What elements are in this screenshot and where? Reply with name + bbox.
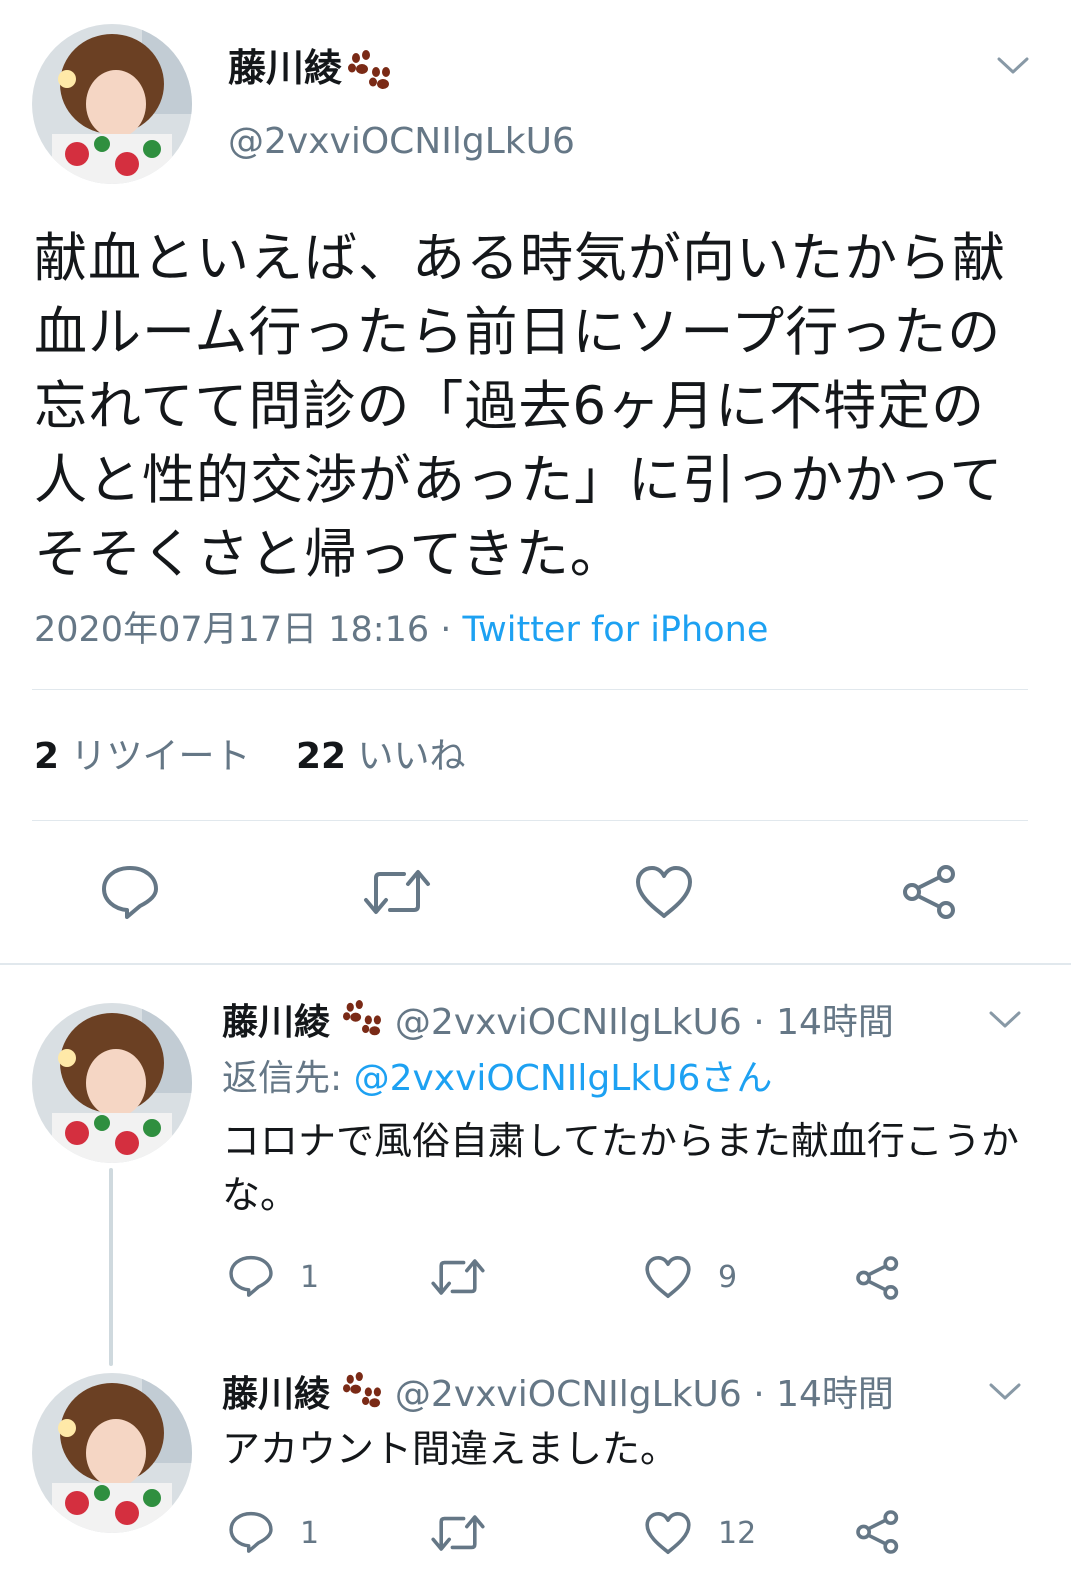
reply-handle[interactable]: @2vxviOCNIlgLkU6	[395, 1374, 742, 1415]
source-link[interactable]: Twitter for iPhone	[463, 610, 769, 650]
reply-count: 1	[300, 1260, 320, 1295]
tweet-meta: 2020年07月17日 18:16 · Twitter for iPhone	[34, 608, 768, 652]
like-count: 12	[718, 1516, 757, 1551]
reply-text: アカウント間違えました。	[222, 1427, 679, 1471]
reply-display-name[interactable]: 藤川綾	[222, 1374, 330, 1415]
retweet-icon[interactable]	[362, 866, 432, 918]
reply-to-line: 返信先: @2vxviOCNIlgLkU6さん	[222, 1056, 772, 1102]
avatar[interactable]	[32, 24, 192, 184]
share-icon[interactable]	[854, 1254, 902, 1302]
tweet-text: 献血といえば、ある時気が向いたから献血ルーム行ったら前日にソープ行ったの忘れてて…	[34, 228, 1006, 585]
reply-to-handle[interactable]: @2vxviOCNIlgLkU6さん	[354, 1058, 773, 1099]
like-count: 9	[718, 1260, 738, 1295]
reply-icon[interactable]	[100, 864, 160, 920]
paw-icon	[341, 1372, 383, 1410]
chevron-down-icon[interactable]	[988, 1382, 1022, 1402]
like-label: いいね	[357, 736, 466, 777]
thread-line	[109, 1168, 113, 1366]
reply-icon[interactable]	[228, 1254, 274, 1298]
reply-handle[interactable]: @2vxviOCNIlgLkU6	[395, 1002, 742, 1043]
retweet-icon[interactable]	[430, 1256, 486, 1298]
paw-icon	[341, 1000, 383, 1038]
share-icon[interactable]	[854, 1508, 902, 1556]
timestamp: 2020年07月17日 18:16	[34, 610, 430, 650]
like-stat[interactable]: 22 いいね	[296, 736, 466, 777]
meta-separator: ·	[429, 610, 463, 650]
engagement-stats: 2 リツイート 22 いいね	[34, 734, 466, 780]
dot-separator: ·	[741, 1374, 777, 1415]
reply-to-prefix: 返信先:	[222, 1058, 354, 1099]
divider	[32, 689, 1028, 690]
heart-icon[interactable]	[644, 1510, 692, 1556]
reply-text: コロナで風俗自粛してたからまた献血行こうかな。	[222, 1119, 1019, 1217]
reply-time[interactable]: 14時間	[776, 1374, 894, 1415]
reply-count: 1	[300, 1516, 320, 1551]
retweet-icon[interactable]	[430, 1512, 486, 1554]
retweet-count: 2	[34, 736, 60, 777]
reply-avatar[interactable]	[32, 1003, 192, 1163]
share-icon[interactable]	[900, 862, 960, 922]
reply-time[interactable]: 14時間	[776, 1002, 894, 1043]
like-count: 22	[295, 736, 347, 777]
reply-icon[interactable]	[228, 1510, 274, 1554]
user-handle[interactable]: @2vxviOCNIlgLkU6	[228, 120, 575, 164]
heart-icon[interactable]	[634, 864, 694, 920]
chevron-down-icon[interactable]	[988, 1010, 1022, 1030]
reply-display-name[interactable]: 藤川綾	[222, 1002, 330, 1043]
dot-separator: ·	[741, 1002, 777, 1043]
paw-icon	[346, 50, 392, 92]
reply-avatar[interactable]	[32, 1373, 192, 1533]
reply-header: 藤川綾 @2vxviOCNIlgLkU6 · 14時間	[222, 1372, 894, 1418]
heart-icon[interactable]	[644, 1254, 692, 1300]
retweet-stat[interactable]: 2 リツイート	[34, 736, 251, 777]
retweet-label: リツイート	[70, 736, 251, 777]
chevron-down-icon[interactable]	[996, 56, 1030, 76]
reply-header: 藤川綾 @2vxviOCNIlgLkU6 · 14時間	[222, 1000, 894, 1046]
display-name[interactable]: 藤川綾	[228, 44, 342, 92]
section-divider	[0, 963, 1071, 965]
divider	[32, 820, 1028, 821]
